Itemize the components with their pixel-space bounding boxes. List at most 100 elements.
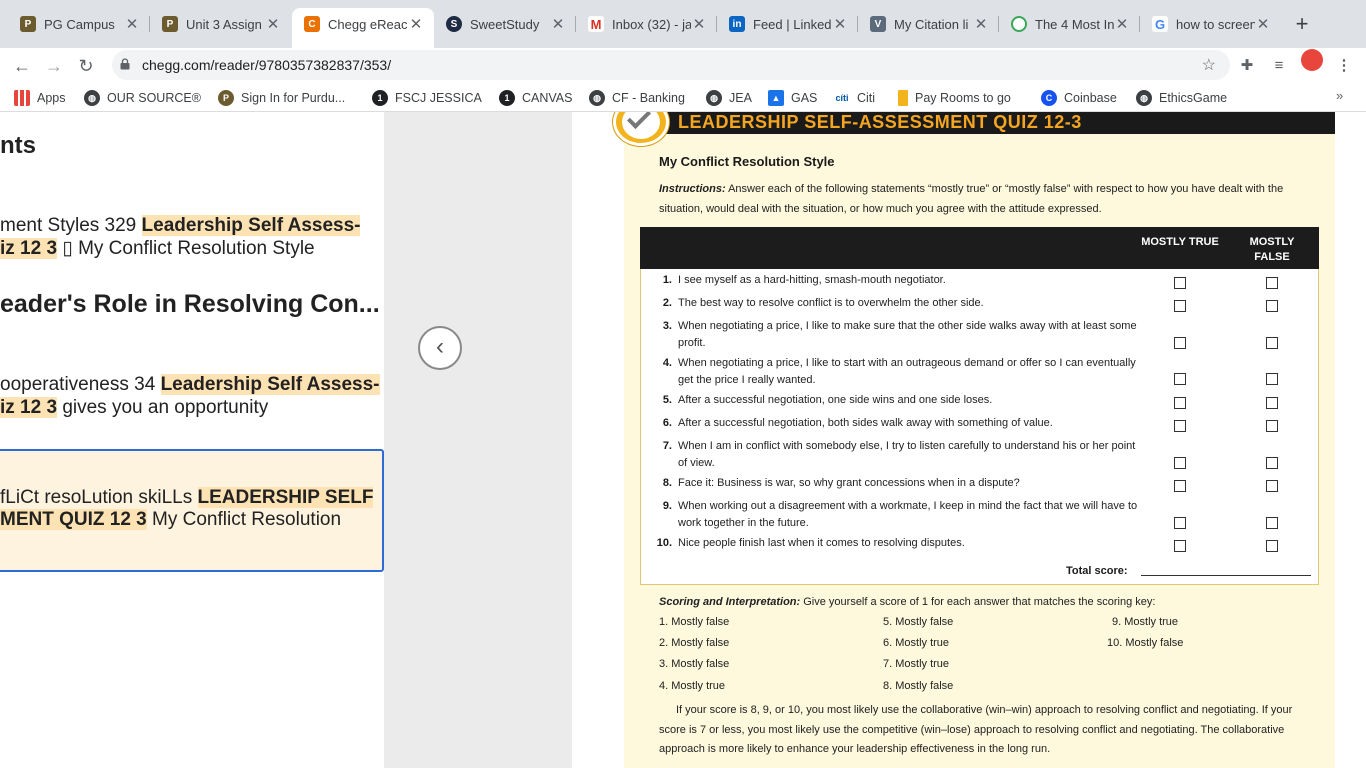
menu-icon[interactable]: ⋮ <box>1334 56 1354 76</box>
instructions-label: Instructions: <box>659 183 726 195</box>
mostly-true-checkbox[interactable] <box>1174 540 1186 552</box>
mostly-true-checkbox[interactable] <box>1174 337 1186 349</box>
mostly-false-checkbox[interactable] <box>1266 373 1278 385</box>
scoring-key-item: 9. Mostly true <box>1112 616 1179 628</box>
bookmark-cf-banking[interactable]: ◍ CF - Banking <box>589 88 685 108</box>
mostly-true-checkbox[interactable] <box>1174 397 1186 409</box>
quiz-title: LEADERSHIP SELF-ASSESSMENT QUIZ 12-3 <box>678 112 1082 132</box>
tab-strip: P PG Campus ✕ P Unit 3 Assign ✕ C Chegg … <box>0 0 1366 48</box>
bookmark-label: FSCJ JESSICA <box>395 91 482 105</box>
tab-title: SweetStudy <box>470 16 540 32</box>
bookmark-purdue[interactable]: P Sign In for Purdu... <box>218 88 345 108</box>
close-icon[interactable]: ✕ <box>550 15 566 33</box>
close-icon[interactable]: ✕ <box>265 15 281 33</box>
question-number: 3. <box>662 320 672 332</box>
address-bar[interactable]: chegg.com/reader/9780357382837/353/ ☆ <box>112 50 1230 80</box>
globe-icon: ◍ <box>84 90 100 106</box>
question-number: 6. <box>662 417 672 429</box>
globe-icon: ◍ <box>589 90 605 106</box>
extensions-icon[interactable]: ✚ <box>1237 56 1257 76</box>
browser-window: P PG Campus ✕ P Unit 3 Assign ✕ C Chegg … <box>0 0 1366 768</box>
bookmark-rooms-to-go[interactable]: Pay Rooms to go <box>898 88 1011 108</box>
apps-grid-icon <box>14 90 30 106</box>
tab-pg-campus[interactable]: P PG Campus ✕ <box>8 8 150 40</box>
tab-sweetstudy[interactable]: S SweetStudy ✕ <box>434 8 576 40</box>
mostly-true-checkbox[interactable] <box>1174 480 1186 492</box>
mostly-true-checkbox[interactable] <box>1174 420 1186 432</box>
question-text: Nice people finish last when it comes to… <box>678 537 965 549</box>
scoring-key-item: 3. Mostly false <box>659 658 730 670</box>
tab-title: Feed | Linked <box>753 16 832 32</box>
close-icon[interactable]: ✕ <box>124 15 140 33</box>
bookmark-coinbase[interactable]: C Coinbase <box>1041 88 1117 108</box>
mostly-false-checkbox[interactable] <box>1266 397 1278 409</box>
mostly-false-checkbox[interactable] <box>1266 517 1278 529</box>
bookmark-fscj[interactable]: 1 FSCJ JESSICA <box>372 88 482 108</box>
bookmark-star-icon[interactable]: ☆ <box>1202 55 1216 75</box>
new-tab-button[interactable]: + <box>1290 12 1314 36</box>
close-icon[interactable]: ✕ <box>1114 15 1130 33</box>
close-icon[interactable]: ✕ <box>691 15 707 33</box>
canvas-icon: 1 <box>372 90 388 106</box>
tab-gmail[interactable]: M Inbox (32) - ja ✕ <box>576 8 717 40</box>
gmail-icon: M <box>588 16 604 32</box>
scoring-key-item: 1. Mostly false <box>659 616 730 628</box>
url-text: chegg.com/reader/9780357382837/353/ <box>142 57 392 73</box>
mostly-false-checkbox[interactable] <box>1266 457 1278 469</box>
bookmark-jea[interactable]: ◍ JEA <box>706 88 752 108</box>
bookmark-citi[interactable]: cíti Citi <box>834 88 875 108</box>
tab-linkedin[interactable]: in Feed | Linked ✕ <box>717 8 858 40</box>
mostly-true-checkbox[interactable] <box>1174 373 1186 385</box>
tab-google-search[interactable]: G how to screen ✕ <box>1140 8 1281 40</box>
tab-the-4-most[interactable]: The 4 Most In ✕ <box>999 8 1140 40</box>
bookmark-gas[interactable]: ▲ GAS <box>768 88 817 108</box>
media-queue-icon[interactable]: ≡ <box>1269 56 1289 76</box>
bookmark-ethicsgame[interactable]: ◍ EthicsGame <box>1136 88 1227 108</box>
browser-toolbar: ← → ↻ chegg.com/reader/9780357382837/353… <box>0 48 1366 84</box>
close-icon[interactable]: ✕ <box>408 15 424 33</box>
mostly-false-checkbox[interactable] <box>1266 420 1278 432</box>
bookmark-label: Coinbase <box>1064 91 1117 105</box>
interpretation-text: If your score is 8, 9, or 10, you most l… <box>659 704 1293 755</box>
bookmark-our-source[interactable]: ◍ OUR SOURCE® <box>84 88 201 108</box>
question-text: When I am in conflict with somebody else… <box>678 440 1136 469</box>
question-text: After a successful negotiation, one side… <box>678 394 993 406</box>
total-score-field[interactable] <box>1141 575 1311 576</box>
mostly-true-checkbox[interactable] <box>1174 277 1186 289</box>
tab-title: PG Campus <box>44 16 115 32</box>
bookmarks-overflow-button[interactable]: » <box>1336 88 1343 103</box>
tab-citation[interactable]: V My Citation li ✕ <box>858 8 999 40</box>
column-mostly-false: MOSTLY FALSE <box>1249 236 1295 263</box>
bookmark-label: GAS <box>791 91 818 105</box>
tab-chegg[interactable]: C Chegg eReac ✕ <box>292 8 434 48</box>
coinbase-icon: C <box>1041 90 1057 106</box>
mostly-true-checkbox[interactable] <box>1174 300 1186 312</box>
mostly-true-checkbox[interactable] <box>1174 457 1186 469</box>
scoring-key-item: 2. Mostly false <box>659 637 730 649</box>
profile-avatar[interactable] <box>1301 49 1323 71</box>
bookmark-canvas[interactable]: 1 CANVAS <box>499 88 572 108</box>
mostly-false-checkbox[interactable] <box>1266 277 1278 289</box>
gas-icon: ▲ <box>768 90 784 106</box>
close-icon[interactable]: ✕ <box>832 15 848 33</box>
quiz-table-header: MOSTLY TRUE MOSTLY FALSE <box>640 227 1319 269</box>
close-icon[interactable]: ✕ <box>973 15 989 33</box>
question-number: 5. <box>662 394 672 406</box>
canvas-icon: 1 <box>499 90 515 106</box>
timer-icon <box>1011 16 1027 32</box>
mostly-false-checkbox[interactable] <box>1266 480 1278 492</box>
bookmark-label: CF - Banking <box>612 91 685 105</box>
question-number: 9. <box>662 500 672 512</box>
bookmark-apps[interactable]: Apps <box>14 88 66 108</box>
question-number: 10. <box>656 537 672 549</box>
tab-title: Inbox (32) - ja <box>612 16 691 32</box>
close-icon[interactable]: ✕ <box>1255 15 1271 33</box>
mostly-true-checkbox[interactable] <box>1174 517 1186 529</box>
forward-button[interactable]: → <box>40 52 68 80</box>
mostly-false-checkbox[interactable] <box>1266 337 1278 349</box>
mostly-false-checkbox[interactable] <box>1266 300 1278 312</box>
back-button[interactable]: ← <box>8 52 36 80</box>
reload-button[interactable]: ↻ <box>72 52 100 80</box>
tab-unit3[interactable]: P Unit 3 Assign ✕ <box>150 8 291 40</box>
mostly-false-checkbox[interactable] <box>1266 540 1278 552</box>
